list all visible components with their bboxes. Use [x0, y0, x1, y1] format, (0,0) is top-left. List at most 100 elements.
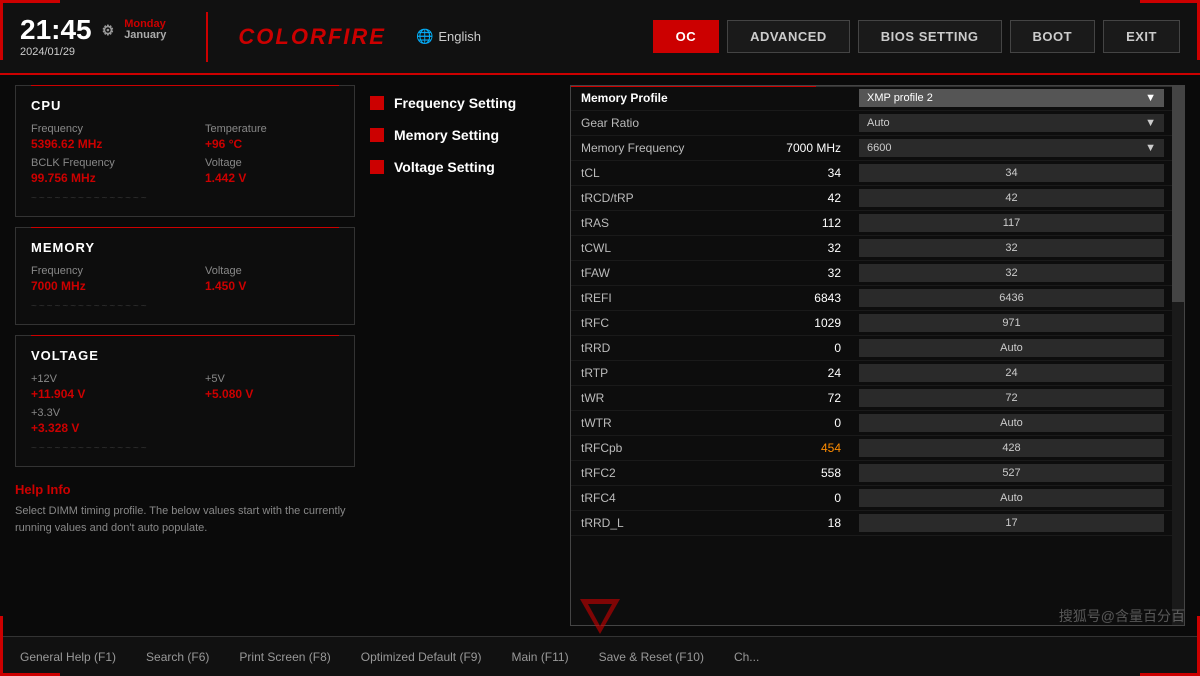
set-value[interactable]: 971 — [851, 311, 1172, 336]
table-row[interactable]: tRFC 1029 971 — [571, 311, 1172, 336]
bottom-print-screen[interactable]: Print Screen (F8) — [239, 650, 330, 664]
current-value: 0 — [771, 411, 851, 436]
current-value: 32 — [771, 261, 851, 286]
cpu-temperature-value: +96 °C — [205, 137, 339, 151]
param-label: tRAS — [571, 211, 771, 236]
voltage-info-box: VOLTAGE +12V +11.904 V +5V +5.080 V +3.3… — [15, 335, 355, 467]
table-row[interactable]: tRAS 112 117 — [571, 211, 1172, 236]
set-value[interactable]: Auto▼ — [851, 111, 1172, 136]
set-value[interactable]: 32 — [851, 261, 1172, 286]
set-value[interactable]: 527 — [851, 461, 1172, 486]
left-panel: CPU Frequency 5396.62 MHz Temperature +9… — [15, 85, 355, 626]
scrollbar[interactable] — [1172, 86, 1184, 625]
table-row[interactable]: tRFC4 0 Auto — [571, 486, 1172, 511]
table-row[interactable]: tRRD_L 18 17 — [571, 511, 1172, 536]
corner-decoration-br — [1140, 616, 1200, 676]
table-row[interactable]: Memory Frequency 7000 MHz 6600▼ — [571, 136, 1172, 161]
table-row[interactable]: tRFC2 558 527 — [571, 461, 1172, 486]
v12-label: +12V — [31, 373, 165, 385]
set-value[interactable]: 17 — [851, 511, 1172, 536]
help-title: Help Info — [15, 482, 355, 497]
voltage-indicator — [370, 160, 384, 174]
nav-bios-setting-button[interactable]: BIOS SETTING — [858, 20, 1002, 53]
table-row[interactable]: Memory Profile XMP profile 2▼ — [571, 86, 1172, 111]
table-row[interactable]: tRFCpb 454 428 — [571, 436, 1172, 461]
v12-value: +11.904 V — [31, 387, 165, 401]
header: 21:45 ⚙ Monday January 2024/01/29 COLORF… — [0, 0, 1200, 75]
table-row[interactable]: tWR 72 72 — [571, 386, 1172, 411]
bottom-save-reset[interactable]: Save & Reset (F10) — [599, 650, 704, 664]
set-value[interactable]: 428 — [851, 436, 1172, 461]
set-value[interactable]: 32 — [851, 236, 1172, 261]
set-value[interactable]: XMP profile 2▼ — [851, 86, 1172, 111]
current-value — [771, 111, 851, 136]
current-value: 112 — [771, 211, 851, 236]
nav-advanced-button[interactable]: ADVANCED — [727, 20, 850, 53]
nav-oc-button[interactable]: OC — [653, 20, 720, 53]
current-value: 6843 — [771, 286, 851, 311]
current-value: 34 — [771, 161, 851, 186]
memory-voltage-value: 1.450 V — [205, 279, 339, 293]
current-value: 42 — [771, 186, 851, 211]
table-row[interactable]: tRTP 24 24 — [571, 361, 1172, 386]
help-text: Select DIMM timing profile. The below va… — [15, 503, 355, 536]
set-value[interactable]: 42 — [851, 186, 1172, 211]
cpu-voltage-value: 1.442 V — [205, 171, 339, 185]
set-value[interactable]: Auto — [851, 411, 1172, 436]
memory-frequency-value: 7000 MHz — [31, 279, 165, 293]
current-value: 32 — [771, 236, 851, 261]
cpu-wave: ~~~~~~~~~~~~~~~ — [31, 193, 339, 204]
cpu-temperature-label: Temperature — [205, 123, 339, 135]
memory-setting-label: Memory Setting — [394, 127, 499, 143]
cpu-bclk-label: BCLK Frequency — [31, 157, 165, 169]
voltage-setting-item[interactable]: Voltage Setting — [370, 159, 570, 175]
current-value: 454 — [771, 436, 851, 461]
table-row[interactable]: tRRD 0 Auto — [571, 336, 1172, 361]
current-value: 72 — [771, 386, 851, 411]
brand-logo: COLORFIRE — [238, 24, 386, 50]
table-row[interactable]: tWTR 0 Auto — [571, 411, 1172, 436]
set-value[interactable]: 72 — [851, 386, 1172, 411]
bottom-optimized-default[interactable]: Optimized Default (F9) — [361, 650, 482, 664]
set-value[interactable]: 6436 — [851, 286, 1172, 311]
table-row[interactable]: tCWL 32 32 — [571, 236, 1172, 261]
param-label: tRRD_L — [571, 511, 771, 536]
corner-decoration-tr — [1140, 0, 1200, 60]
bottom-search[interactable]: Search (F6) — [146, 650, 209, 664]
v33-value: +3.328 V — [31, 421, 339, 435]
table-row[interactable]: tFAW 32 32 — [571, 261, 1172, 286]
nav-buttons: OC ADVANCED BIOS SETTING BOOT EXIT — [653, 20, 1180, 53]
param-label: tRCD/tRP — [571, 186, 771, 211]
triangle-inner — [588, 604, 612, 626]
v33-label: +3.3V — [31, 407, 339, 419]
corner-decoration-bl — [0, 616, 60, 676]
table-row[interactable]: tRCD/tRP 42 42 — [571, 186, 1172, 211]
language-section[interactable]: 🌐 English — [416, 28, 481, 45]
set-value[interactable]: Auto — [851, 486, 1172, 511]
header-divider — [206, 12, 208, 62]
nav-boot-button[interactable]: BOOT — [1010, 20, 1096, 53]
bottom-ch: Ch... — [734, 650, 759, 664]
param-label: Gear Ratio — [571, 111, 771, 136]
cpu-frequency-value: 5396.62 MHz — [31, 137, 165, 151]
current-value: 0 — [771, 486, 851, 511]
memory-setting-item[interactable]: Memory Setting — [370, 127, 570, 143]
set-value[interactable]: Auto — [851, 336, 1172, 361]
set-value[interactable]: 117 — [851, 211, 1172, 236]
set-value[interactable]: 24 — [851, 361, 1172, 386]
memory-voltage-label: Voltage — [205, 265, 339, 277]
set-value[interactable]: 34 — [851, 161, 1172, 186]
scrollbar-thumb[interactable] — [1172, 86, 1184, 302]
table-row[interactable]: Gear Ratio Auto▼ — [571, 111, 1172, 136]
param-label: tCL — [571, 161, 771, 186]
table-row[interactable]: tREFI 6843 6436 — [571, 286, 1172, 311]
current-value: 1029 — [771, 311, 851, 336]
bottom-main[interactable]: Main (F11) — [511, 650, 568, 664]
current-value: 18 — [771, 511, 851, 536]
param-label: tRFC — [571, 311, 771, 336]
memory-indicator — [370, 128, 384, 142]
table-row[interactable]: tCL 34 34 — [571, 161, 1172, 186]
memory-table: Memory Profile XMP profile 2▼ Gear Ratio… — [571, 86, 1172, 536]
set-value[interactable]: 6600▼ — [851, 136, 1172, 161]
frequency-setting-item[interactable]: Frequency Setting — [370, 95, 570, 111]
